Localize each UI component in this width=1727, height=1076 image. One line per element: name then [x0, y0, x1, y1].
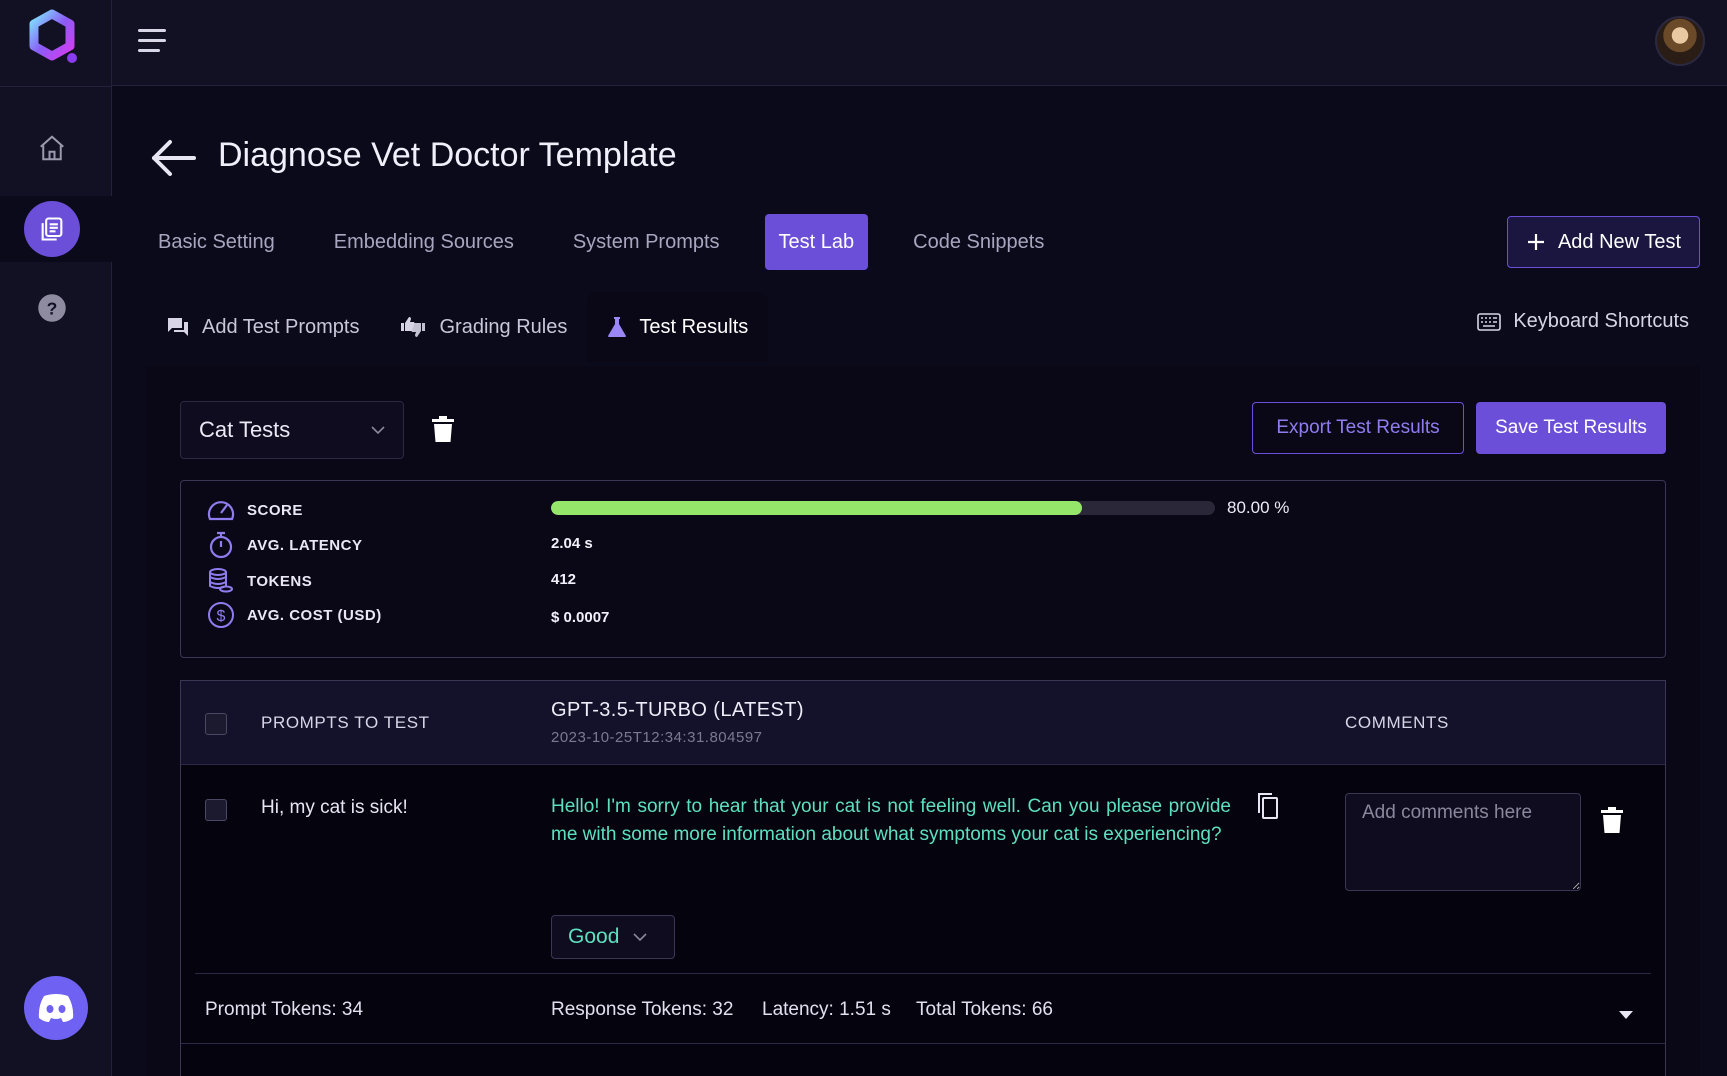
row-latency: Latency: 1.51 s [762, 999, 891, 1020]
documents-icon [41, 217, 63, 241]
row-divider [181, 1043, 1665, 1044]
total-tokens: Total Tokens: 66 [916, 999, 1053, 1020]
metrics-summary: SCORE 80.00 % AVG. LATENCY 2.04 s TOKENS… [180, 480, 1666, 658]
col-comments-header: COMMENTS [1345, 713, 1449, 732]
coins-icon [209, 568, 233, 593]
keyboard-shortcuts-link[interactable]: Keyboard Shortcuts [1477, 310, 1689, 333]
top-bar [112, 0, 1727, 86]
response-tokens: Response Tokens: 32 [551, 999, 734, 1020]
metric-score: SCORE [207, 497, 303, 523]
svg-text:$: $ [217, 608, 226, 625]
score-progress-fill [551, 501, 1083, 515]
metric-latency: AVG. LATENCY [207, 531, 362, 559]
keyboard-shortcuts-label: Keyboard Shortcuts [1513, 310, 1689, 332]
main-tabs: Basic Setting Embedding Sources System P… [144, 214, 1089, 270]
latency-value: 2.04 s [551, 535, 593, 552]
latency-label: AVG. LATENCY [247, 536, 363, 554]
menu-icon[interactable] [138, 26, 172, 56]
home-icon [40, 135, 64, 161]
subtab-add-test-prompts[interactable]: Add Test Prompts [146, 292, 379, 362]
tab-system-prompts[interactable]: System Prompts [559, 214, 734, 270]
trash-icon [1601, 807, 1623, 833]
help-icon: ? [38, 294, 66, 322]
subtab-test-results[interactable]: Test Results [587, 292, 769, 362]
select-all-checkbox[interactable] [205, 713, 227, 735]
tab-code-snippets[interactable]: Code Snippets [899, 214, 1058, 270]
plus-icon [1527, 234, 1544, 250]
metric-tokens: TOKENS [207, 567, 312, 595]
flask-icon [608, 317, 627, 337]
keyboard-icon [1477, 312, 1502, 331]
rail-divider [0, 86, 112, 87]
add-new-test-label: Add New Test [1557, 230, 1681, 253]
nav-help[interactable]: ? [24, 280, 80, 336]
expand-caret-icon[interactable] [1619, 1007, 1633, 1019]
tab-embedding-sources[interactable]: Embedding Sources [320, 214, 528, 270]
subtab-grading-rules[interactable]: Grading Rules [379, 292, 587, 362]
table-header: PROMPTS TO TEST GPT-3.5-TURBO (LATEST) 2… [181, 681, 1665, 765]
response-text: Hello! I'm sorry to hear that your cat i… [551, 796, 1231, 845]
copy-icon[interactable] [1255, 791, 1281, 821]
tokens-label: TOKENS [247, 572, 313, 590]
chevron-down-icon [371, 426, 385, 434]
chevron-down-icon [633, 933, 647, 941]
nav-home[interactable] [24, 120, 80, 176]
metric-cost: $ AVG. COST (USD) [207, 601, 382, 629]
sub-tabs: Add Test Prompts Grading Rules Test Resu… [146, 292, 769, 362]
thumbs-icon [401, 317, 426, 337]
grade-selected: Good [568, 925, 620, 948]
row-checkbox[interactable] [205, 799, 227, 821]
tokens-value: 412 [551, 571, 577, 588]
prompt-text: Hi, my cat is sick! [261, 797, 408, 818]
results-table: PROMPTS TO TEST GPT-3.5-TURBO (LATEST) 2… [180, 680, 1666, 1076]
row-divider [195, 973, 1651, 974]
back-arrow-icon[interactable] [148, 136, 198, 180]
score-percent: 80.00 % [1227, 498, 1290, 517]
col-prompts-header: PROMPTS TO TEST [261, 713, 430, 732]
nav-templates[interactable] [24, 201, 80, 257]
cost-value: $ 0.0007 [551, 609, 610, 626]
chat-icon [168, 318, 188, 336]
left-rail: ? [0, 0, 112, 1076]
svg-text:?: ? [47, 298, 58, 318]
test-set-select[interactable]: Cat Tests [180, 401, 404, 459]
subtab-label: Grading Rules [439, 315, 568, 338]
subtab-label: Test Results [639, 315, 749, 338]
trash-icon [432, 416, 454, 442]
comment-input[interactable] [1345, 793, 1581, 891]
tab-test-lab[interactable]: Test Lab [764, 214, 869, 270]
dollar-icon: $ [208, 602, 234, 628]
app-logo-icon[interactable] [22, 8, 82, 68]
page-title: Diagnose Vet Doctor Template [218, 136, 677, 174]
subtab-label: Add Test Prompts [202, 315, 360, 338]
discord-button[interactable] [24, 976, 88, 1040]
export-test-results-button[interactable]: Export Test Results [1252, 402, 1464, 454]
test-results-panel: Cat Tests Export Test Results Save Test … [146, 366, 1700, 1076]
stopwatch-icon [209, 531, 233, 559]
model-name: GPT-3.5-TURBO (LATEST) [551, 699, 804, 721]
save-test-results-button[interactable]: Save Test Results [1476, 402, 1666, 454]
score-progress-bar [551, 501, 1215, 515]
tab-basic-setting[interactable]: Basic Setting [144, 214, 289, 270]
test-set-selected: Cat Tests [199, 417, 291, 442]
delete-test-set-button[interactable] [432, 416, 456, 444]
delete-row-button[interactable] [1601, 807, 1625, 835]
avatar[interactable] [1655, 16, 1705, 66]
add-new-test-button[interactable]: Add New Test [1506, 216, 1700, 268]
discord-icon [38, 994, 74, 1022]
score-label: SCORE [247, 501, 303, 519]
speedometer-icon [207, 501, 235, 521]
main-content: Diagnose Vet Doctor Template Basic Setti… [112, 86, 1727, 1076]
model-timestamp: 2023-10-25T12:34:31.804597 [551, 729, 763, 746]
grade-select[interactable]: Good [551, 915, 675, 959]
cost-label: AVG. COST (USD) [247, 606, 382, 624]
prompt-tokens: Prompt Tokens: 34 [205, 999, 364, 1020]
